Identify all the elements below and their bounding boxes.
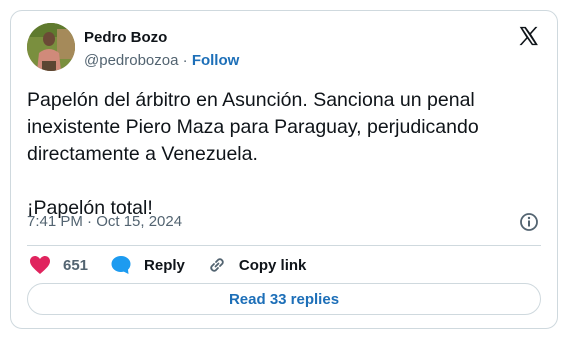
avatar[interactable] bbox=[27, 23, 75, 71]
author-handle[interactable]: @pedrobozoa bbox=[84, 52, 178, 69]
read-replies-button[interactable]: Read 33 replies bbox=[27, 283, 541, 315]
follow-button[interactable]: Follow bbox=[192, 52, 240, 69]
like-count: 651 bbox=[63, 256, 89, 274]
post-timestamp[interactable]: 7:41 PM · Oct 15, 2024 bbox=[27, 213, 182, 230]
speech-bubble-icon bbox=[111, 256, 131, 274]
author-handle-row: @pedrobozoa · Follow bbox=[84, 52, 239, 69]
reply-button[interactable]: Reply bbox=[110, 255, 185, 275]
reply-label: Reply bbox=[144, 256, 185, 274]
action-bar: 651 Reply Copy link bbox=[29, 253, 328, 277]
info-icon[interactable] bbox=[519, 212, 539, 232]
copy-link-button[interactable]: Copy link bbox=[207, 255, 307, 275]
embedded-post-card: Pedro Bozo @pedrobozoa · Follow Papelón … bbox=[10, 10, 558, 329]
copy-link-label: Copy link bbox=[238, 256, 307, 274]
like-button[interactable]: 651 bbox=[29, 255, 88, 275]
separator-dot: · bbox=[182, 52, 188, 69]
post-text: Papelón del árbitro en Asunción. Sancion… bbox=[27, 89, 479, 219]
x-logo-icon[interactable] bbox=[517, 25, 539, 47]
author-name[interactable]: Pedro Bozo bbox=[84, 29, 167, 46]
heart-icon bbox=[30, 256, 50, 274]
divider bbox=[27, 245, 541, 246]
link-icon bbox=[210, 258, 224, 272]
